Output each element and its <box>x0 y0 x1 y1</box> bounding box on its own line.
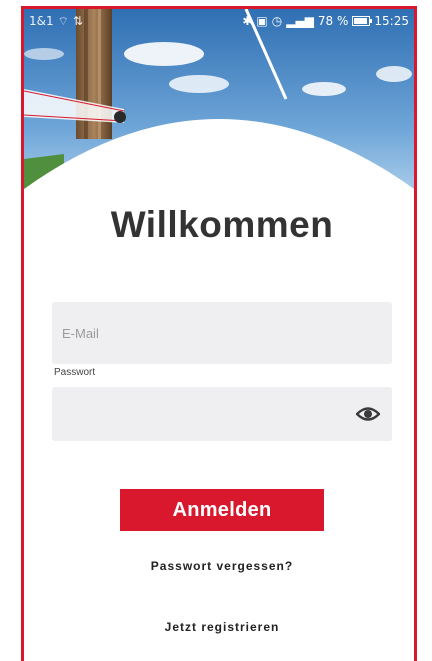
fence-landscape-image <box>24 9 414 209</box>
login-frame: 1&1 ⌔ ⇅ ✱ ▣ ◷ ▂▄▆ 78 % 15:25 Willkommen … <box>21 6 417 661</box>
signal-icon: ▂▄▆ <box>286 14 314 28</box>
forgot-password-link[interactable]: Passwort vergessen? <box>24 559 414 573</box>
email-field[interactable] <box>52 302 392 364</box>
bluetooth-icon: ✱ <box>242 14 253 28</box>
header-image <box>24 9 414 209</box>
password-field[interactable] <box>52 387 342 441</box>
carrier-label: 1&1 <box>29 14 54 28</box>
login-button[interactable]: Anmelden <box>120 489 324 531</box>
battery-percent: 78 % <box>317 14 349 28</box>
nfc-icon: ▣ <box>256 14 268 28</box>
alarm-icon: ◷ <box>271 14 283 28</box>
status-left: 1&1 ⌔ ⇅ <box>29 14 83 29</box>
password-field-container <box>52 387 392 441</box>
status-bar: 1&1 ⌔ ⇅ ✱ ▣ ◷ ▂▄▆ 78 % 15:25 <box>24 9 414 33</box>
status-right: ✱ ▣ ◷ ▂▄▆ 78 % 15:25 <box>242 14 409 28</box>
wifi-icon: ⌔ <box>57 13 69 28</box>
password-label: Passwort <box>54 367 96 378</box>
register-link[interactable]: Jetzt registrieren <box>24 620 414 634</box>
battery-icon <box>352 16 373 26</box>
sync-icon: ⇅ <box>72 14 83 28</box>
page-title: Willkommen <box>110 204 334 245</box>
app-screen: 1&1 ⌔ ⇅ ✱ ▣ ◷ ▂▄▆ 78 % 15:25 Willkommen … <box>0 0 432 661</box>
clock: 15:25 <box>374 14 409 28</box>
eye-icon[interactable] <box>356 404 380 424</box>
